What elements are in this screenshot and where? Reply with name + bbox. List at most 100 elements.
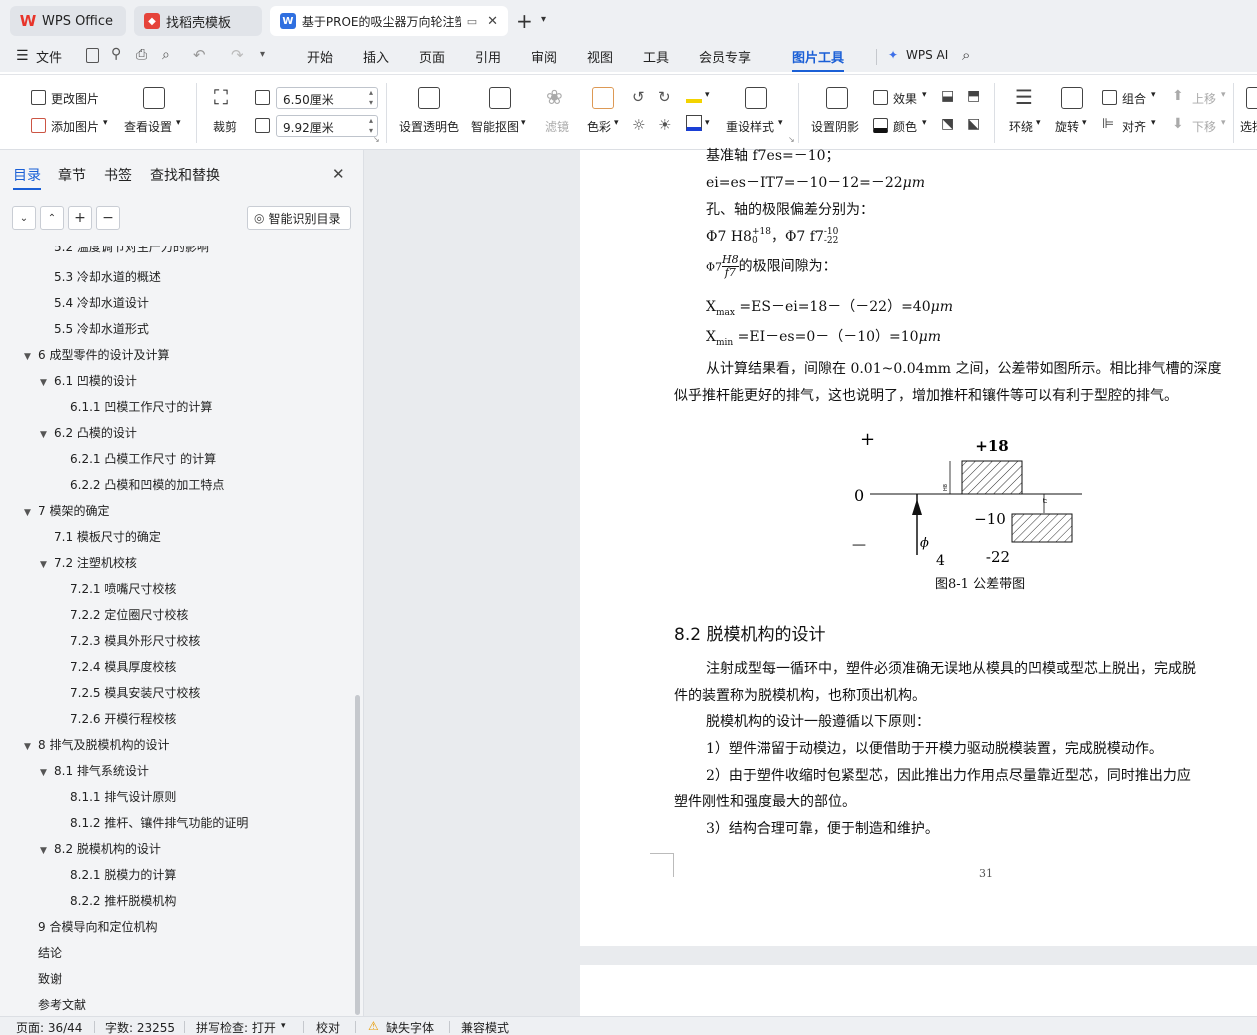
toc-item[interactable]: ▼ 7 模架的确定 xyxy=(24,502,109,519)
wrap-button[interactable]: 环绕 xyxy=(1009,118,1033,135)
shadow-offset-down-icon[interactable]: ⬒ xyxy=(967,88,980,104)
hamburger-icon[interactable]: ☰ xyxy=(16,48,29,64)
bring-forward-chevron-icon[interactable]: ▾ xyxy=(1221,90,1226,100)
missing-font[interactable]: 缺失字体 xyxy=(386,1019,434,1035)
menu-page[interactable]: 页面 xyxy=(419,47,445,66)
toc-item[interactable]: 7.2.2 定位圈尺寸校核 xyxy=(56,606,188,623)
tolerance-zone-figure[interactable]: + 0 — ϕ 4 H8 +18 f7 −10 -22 xyxy=(850,425,1090,575)
rotate-right-icon[interactable]: ↻ xyxy=(658,88,671,106)
expand-triangle-icon[interactable]: ▼ xyxy=(24,508,38,518)
border-color-chevron-icon[interactable]: ▾ xyxy=(705,118,710,128)
toc-item[interactable]: 7.1 模板尺寸的确定 xyxy=(40,528,161,545)
shadow-offset-left-icon[interactable]: ⬔ xyxy=(941,116,954,132)
print-icon[interactable]: ⎙ xyxy=(136,47,147,63)
reset-style-button[interactable]: 重设样式 xyxy=(726,118,774,135)
add-image-chevron-icon[interactable]: ▾ xyxy=(103,118,108,128)
rotate-left-icon[interactable]: ↺ xyxy=(632,88,645,106)
effect-button[interactable]: 效果 xyxy=(893,90,917,107)
menu-review[interactable]: 审阅 xyxy=(531,47,557,66)
shadow-offset-up-icon[interactable]: ⬓ xyxy=(941,88,954,104)
toc-item[interactable]: 7.2.4 模具厚度校核 xyxy=(56,658,176,675)
toc-item[interactable]: 7.2.6 开模行程校核 xyxy=(56,710,176,727)
toc-item[interactable]: 6.2.2 凸模和凹模的加工特点 xyxy=(56,476,224,493)
menu-references[interactable]: 引用 xyxy=(475,47,501,66)
menu-picture-tools[interactable]: 图片工具 xyxy=(792,47,845,72)
save-icon[interactable] xyxy=(86,48,99,63)
rotate-button[interactable]: 旋转 xyxy=(1055,118,1079,135)
set-transparent-button[interactable]: 设置透明色 xyxy=(399,118,459,135)
toc-item[interactable]: ▼ 6.1 凹模的设计 xyxy=(40,372,137,389)
search-icon[interactable]: ⌕ xyxy=(962,46,970,64)
highlight-icon[interactable] xyxy=(686,87,702,103)
view-settings-button[interactable]: 查看设置 xyxy=(124,118,172,135)
wrap-chevron-icon[interactable]: ▾ xyxy=(1036,118,1041,128)
add-image-button[interactable]: 添加图片 xyxy=(51,118,99,135)
smart-cutout-chevron-icon[interactable]: ▾ xyxy=(521,118,526,128)
toc-item[interactable]: 参考文献 xyxy=(24,996,86,1013)
tab-wps-office[interactable]: W WPS Office xyxy=(10,6,126,36)
expand-triangle-icon[interactable]: ▼ xyxy=(40,846,54,856)
expand-triangle-icon[interactable]: ▼ xyxy=(24,742,38,752)
toc-item[interactable]: 8.2.2 推杆脱模机构 xyxy=(56,892,176,909)
tab-document[interactable]: W 基于PROE的吸尘器万向轮注塑 ▭ ✕ xyxy=(270,6,508,36)
add-heading-button[interactable]: + xyxy=(68,206,92,230)
toc-item[interactable]: 7.2.1 喷嘴尺寸校核 xyxy=(56,580,176,597)
menu-view[interactable]: 视图 xyxy=(587,47,613,66)
toc-item[interactable]: ▼ 7.2 注塑机校核 xyxy=(40,554,137,571)
expand-triangle-icon[interactable]: ▼ xyxy=(40,430,54,440)
new-tab-icon[interactable]: + xyxy=(516,9,533,33)
toc-item[interactable]: 5.3 冷却水道的概述 xyxy=(40,268,161,285)
menu-tools[interactable]: 工具 xyxy=(643,47,669,66)
word-count[interactable]: 字数: 23255 xyxy=(105,1019,175,1035)
menu-member[interactable]: 会员专享 xyxy=(699,47,751,66)
close-pane-icon[interactable]: ✕ xyxy=(332,165,345,183)
smart-cutout-button[interactable]: 智能抠图 xyxy=(471,118,519,135)
tab-docer-templates[interactable]: ◆ 找稻壳模板 xyxy=(134,6,262,36)
reset-style-chevron-icon[interactable]: ▾ xyxy=(778,118,783,128)
spell-check[interactable]: 拼写检查: 打开 xyxy=(196,1019,276,1035)
align-chevron-icon[interactable]: ▾ xyxy=(1151,118,1156,128)
expand-triangle-icon[interactable]: ▼ xyxy=(24,352,38,362)
expand-triangle-icon[interactable]: ▼ xyxy=(40,378,54,388)
print-preview-icon[interactable]: ⌕ xyxy=(162,47,170,63)
tab-toc[interactable]: 目录 xyxy=(13,165,41,190)
send-backward-chevron-icon[interactable]: ▾ xyxy=(1221,118,1226,128)
tab-chapters[interactable]: 章节 xyxy=(58,165,86,185)
align-button[interactable]: 对齐 xyxy=(1122,118,1146,135)
bring-forward-button[interactable]: 上移 xyxy=(1192,90,1216,107)
shadow-offset-right-icon[interactable]: ⬕ xyxy=(967,116,980,132)
height-input[interactable]: 9.92厘米 xyxy=(276,115,378,137)
send-backward-button[interactable]: 下移 xyxy=(1192,118,1216,135)
toc-item[interactable]: 6.1.1 凹模工作尺寸的计算 xyxy=(56,398,212,415)
menu-home[interactable]: 开始 xyxy=(307,47,333,66)
smart-toc-button[interactable]: ◎ 智能识别目录 xyxy=(247,206,351,230)
menu-file[interactable]: 文件 xyxy=(36,47,62,66)
tab-list-chevron-icon[interactable]: ▾ xyxy=(541,14,546,25)
toc-item[interactable]: 5.5 冷却水道形式 xyxy=(40,320,149,337)
tab-find-replace[interactable]: 查找和替换 xyxy=(150,165,220,185)
fill-color-chevron-icon[interactable]: ▾ xyxy=(922,118,927,128)
toc-item[interactable]: 结论 xyxy=(24,944,62,961)
border-color-icon[interactable] xyxy=(686,115,702,131)
width-input[interactable]: 6.50厘米 xyxy=(276,87,378,109)
group-button[interactable]: 组合 xyxy=(1122,90,1146,107)
rotate-chevron-icon[interactable]: ▾ xyxy=(1082,118,1087,128)
undo-icon[interactable]: ↶ xyxy=(193,46,206,64)
toc-item[interactable]: 8.1.2 推杆、镶件排气功能的证明 xyxy=(56,814,248,831)
crop-button[interactable]: 裁剪 xyxy=(213,118,237,135)
toc-item[interactable]: 6.2.1 凸模工作尺寸 的计算 xyxy=(56,450,216,467)
toc-item[interactable]: 5.2 温度调节对生产力的影响 xyxy=(40,246,209,255)
expand-triangle-icon[interactable]: ▼ xyxy=(40,560,54,570)
toc-item[interactable]: ▼ 6 成型零件的设计及计算 xyxy=(24,346,169,363)
set-shadow-button[interactable]: 设置阴影 xyxy=(811,118,859,135)
proofread[interactable]: 校对 xyxy=(316,1019,340,1035)
filter-button[interactable]: 滤镜 xyxy=(545,118,569,135)
toc-item[interactable]: 5.4 冷却水道设计 xyxy=(40,294,149,311)
toc-item[interactable]: 8.2.1 脱模力的计算 xyxy=(56,866,176,883)
fill-color-button[interactable]: 颜色 xyxy=(893,118,917,135)
color-button[interactable]: 色彩 xyxy=(587,118,611,135)
toc-item[interactable]: 9 合模导向和定位机构 xyxy=(24,918,157,935)
contrast-icon[interactable]: ☀ xyxy=(658,116,671,134)
color-chevron-icon[interactable]: ▾ xyxy=(614,118,619,128)
group-chevron-icon[interactable]: ▾ xyxy=(1151,90,1156,100)
